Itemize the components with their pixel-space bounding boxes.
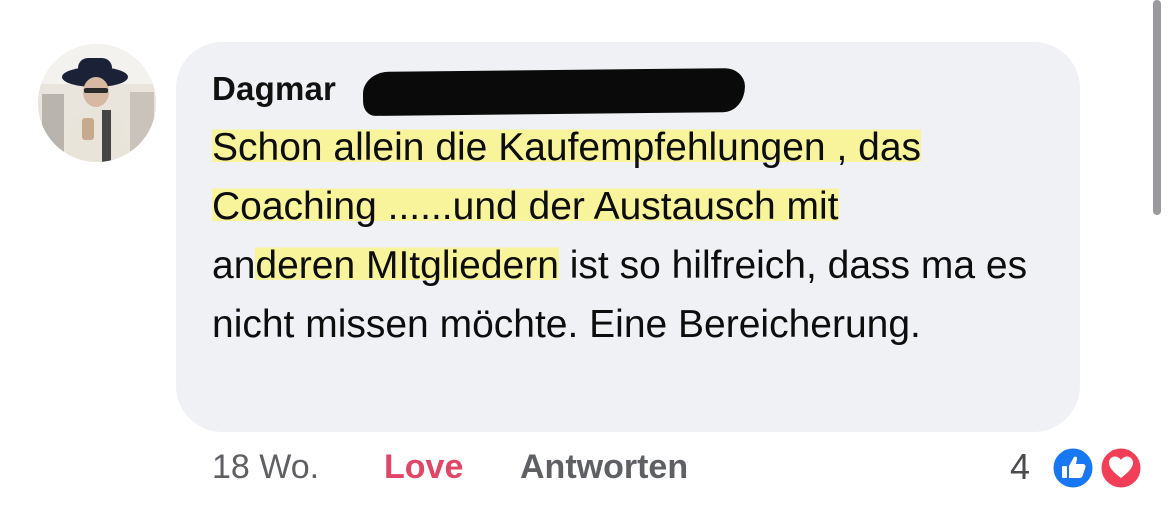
- redaction-mark: [362, 68, 746, 116]
- timestamp[interactable]: 18 Wo.: [212, 448, 319, 487]
- highlighted-text: Schon allein die Kaufempfehlungen , das: [212, 126, 922, 169]
- comment-text: Schon allein die Kaufempfehlungen , das C…: [212, 118, 1072, 354]
- scrollbar[interactable]: [1153, 0, 1161, 215]
- reply-button[interactable]: Antworten: [520, 448, 688, 487]
- love-icon[interactable]: [1098, 445, 1144, 491]
- comment-text-fragment: an: [212, 244, 256, 287]
- reaction-count[interactable]: 4: [1010, 446, 1030, 488]
- avatar[interactable]: [38, 44, 156, 162]
- like-icon[interactable]: [1050, 445, 1096, 491]
- author-name[interactable]: Dagmar: [212, 70, 336, 108]
- highlighted-text: deren MItgliedern: [255, 244, 559, 287]
- love-reaction-button[interactable]: Love: [384, 448, 463, 487]
- avatar-photo: [38, 44, 156, 162]
- highlighted-text: Coaching ......und der Austausch mit: [212, 185, 839, 228]
- comment-view: Dagmar Schon allein die Kaufempfehlungen…: [0, 0, 1169, 519]
